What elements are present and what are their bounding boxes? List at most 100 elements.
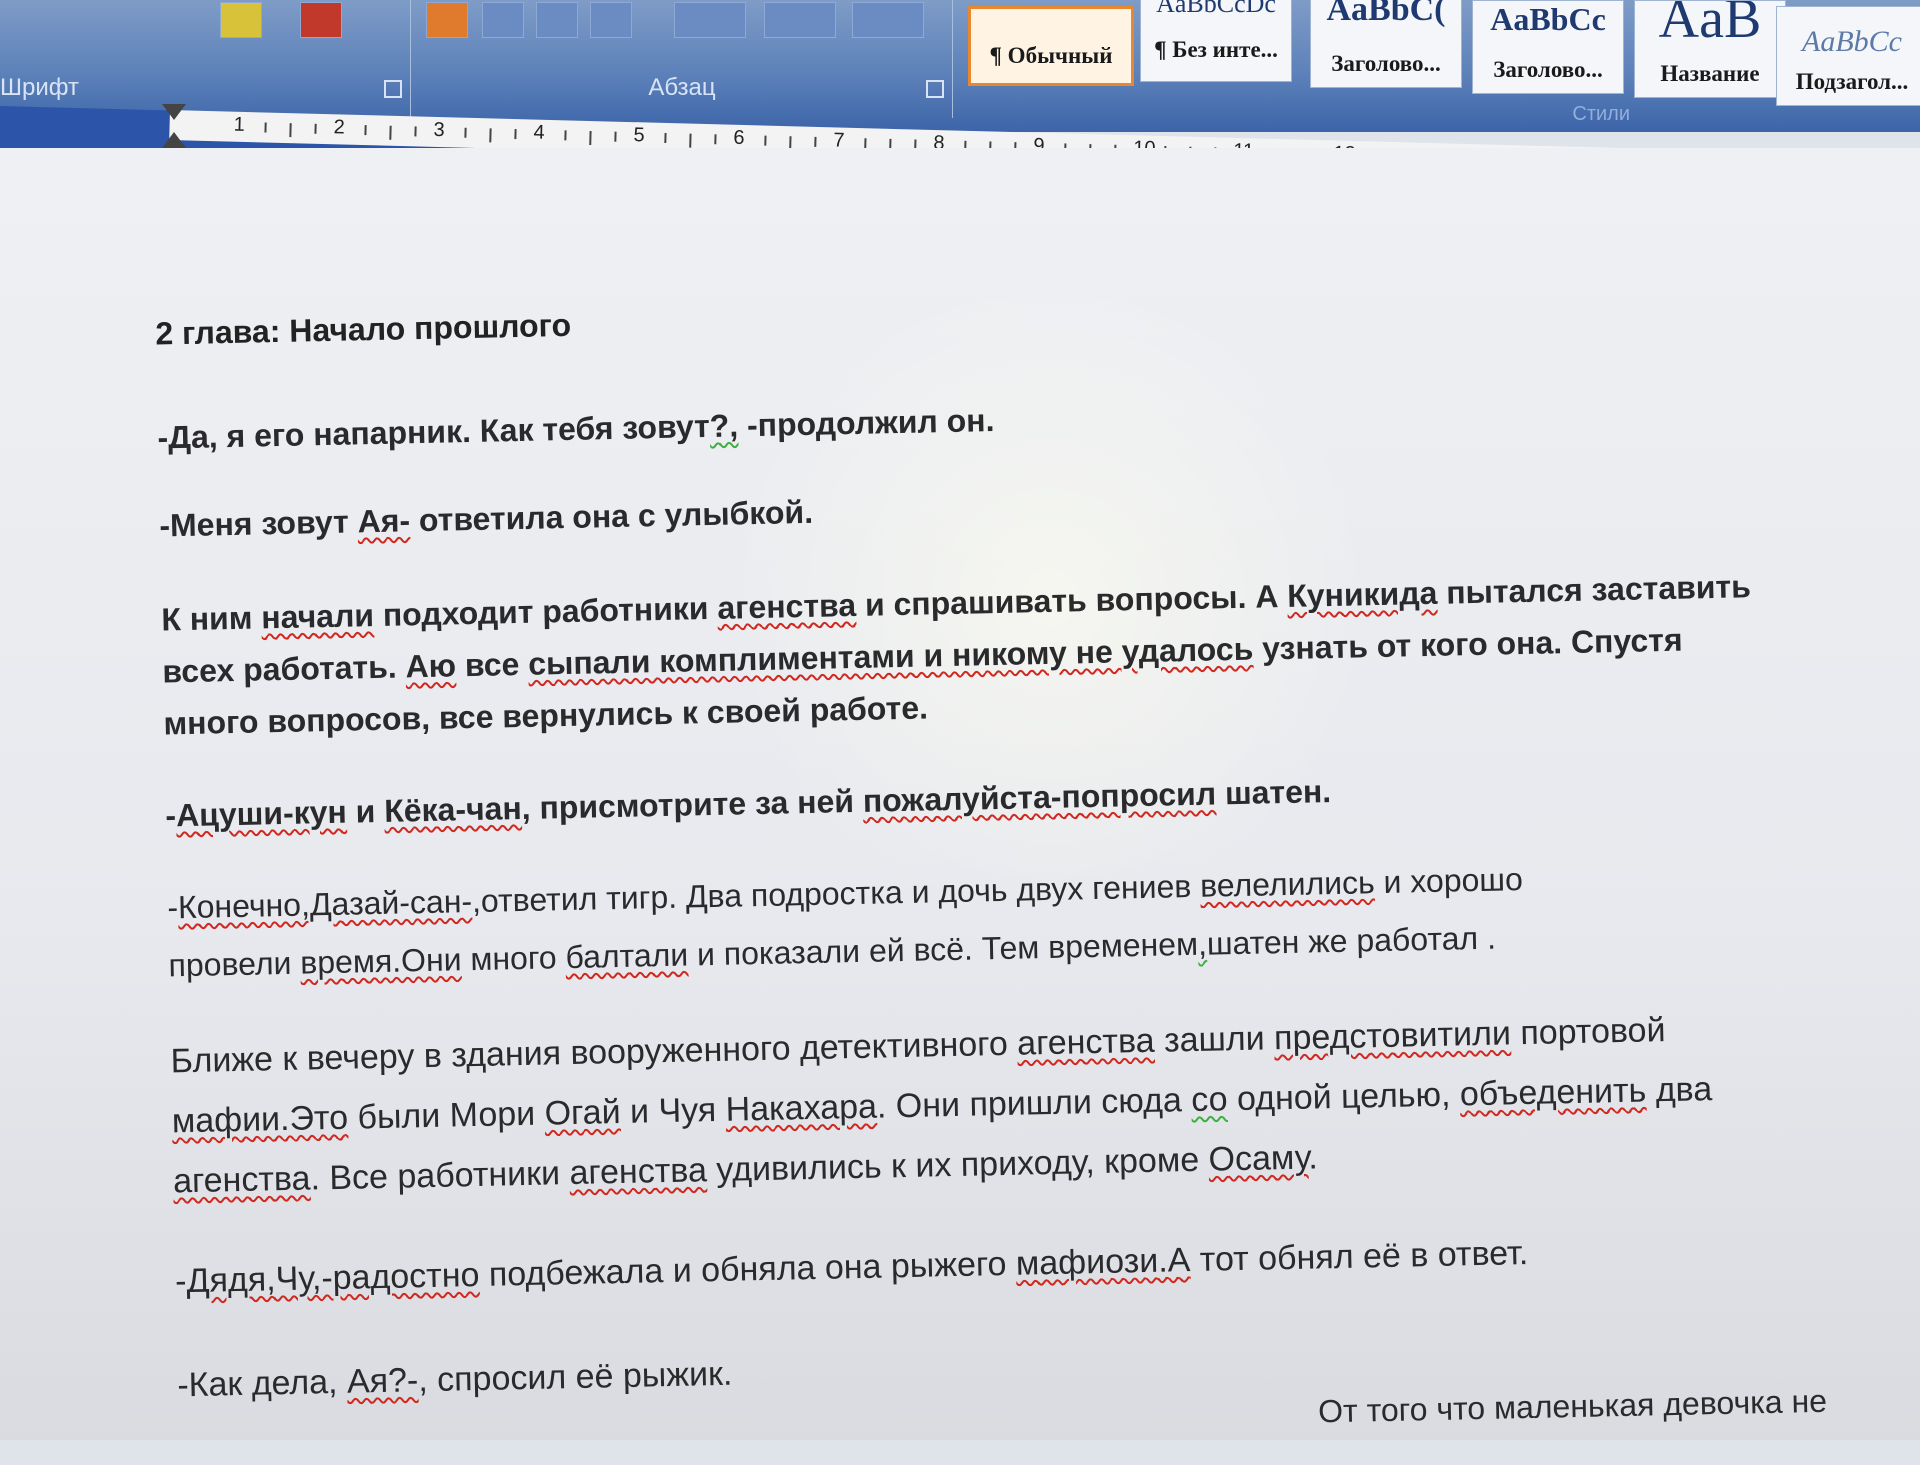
ruler-tick bbox=[564, 130, 567, 141]
spelling-error[interactable]: начали bbox=[261, 597, 374, 635]
paragraph: -Дядя,Чу,-радостно подбежала и обняла он… bbox=[175, 1221, 1836, 1308]
ruler-tick bbox=[414, 126, 417, 137]
spelling-error[interactable]: мафии.Это bbox=[171, 1099, 348, 1141]
spelling-error[interactable]: сыпали комплиментами и никому не удалось bbox=[528, 631, 1254, 682]
ruler-tick bbox=[389, 125, 392, 140]
text-run: . Все работники bbox=[310, 1154, 570, 1198]
spelling-error[interactable]: Аю bbox=[405, 647, 456, 684]
text-run: зашли bbox=[1154, 1019, 1275, 1060]
text-run: провели bbox=[168, 944, 301, 984]
ruler-tick bbox=[864, 138, 867, 149]
spelling-error[interactable]: Ацуши-кун bbox=[176, 794, 347, 834]
spelling-error[interactable]: Куникида bbox=[1287, 575, 1438, 614]
text-run: ,ответил тигр. Два подростка и дочь двух… bbox=[471, 867, 1201, 920]
text-run: два bbox=[1645, 1070, 1713, 1110]
spelling-error[interactable]: Кёка-чан bbox=[384, 790, 522, 829]
font-dialog-launcher-icon[interactable] bbox=[384, 80, 402, 98]
text-run: узнать от кого она. Спустя bbox=[1252, 621, 1683, 667]
spelling-error[interactable]: время.Они bbox=[300, 941, 462, 980]
ruler-tick bbox=[314, 123, 317, 134]
text-run: и спрашивать вопросы. А bbox=[855, 577, 1288, 623]
spelling-error[interactable]: мафиози.А bbox=[1016, 1241, 1191, 1283]
style-normal[interactable]: ¶ Обычный bbox=[968, 6, 1134, 86]
spelling-error[interactable]: агенства bbox=[1017, 1022, 1155, 1063]
ruler-number: 4 bbox=[533, 121, 545, 144]
justify-button[interactable] bbox=[590, 2, 632, 38]
spelling-error[interactable]: Огай bbox=[544, 1093, 621, 1133]
font-color-button[interactable] bbox=[300, 2, 342, 38]
paragraph: -Да, я его напарник. Как тебя зовут?, -п… bbox=[157, 377, 1818, 464]
shading-button[interactable] bbox=[764, 2, 836, 38]
text-run: . bbox=[1307, 1138, 1319, 1177]
text-run: и Чуя bbox=[620, 1090, 727, 1131]
document-page[interactable]: 2 глава: Начало прошлого -Да, я его напа… bbox=[0, 148, 1920, 1440]
ruler-number: 1 bbox=[233, 113, 246, 136]
font-group: Шрифт bbox=[0, 0, 411, 118]
spelling-error[interactable]: Ая- bbox=[357, 502, 410, 539]
text-run: К ним bbox=[160, 599, 262, 638]
spelling-error[interactable]: Осаму bbox=[1208, 1139, 1308, 1179]
style-heading-2[interactable]: AaBbCc Заголово... bbox=[1472, 0, 1624, 94]
text-run: и хорошо bbox=[1374, 861, 1524, 901]
style-heading-1[interactable]: AaBbC( Заголово... bbox=[1310, 0, 1462, 88]
ruler-number: 3 bbox=[433, 118, 445, 142]
line-spacing-button[interactable] bbox=[674, 2, 746, 38]
style-name: Название bbox=[1660, 61, 1760, 86]
style-name: Заголово... bbox=[1331, 51, 1441, 76]
text-run: и bbox=[346, 792, 385, 830]
align-left-button[interactable] bbox=[426, 2, 468, 38]
grammar-error[interactable]: со bbox=[1191, 1080, 1228, 1119]
first-line-indent-icon[interactable] bbox=[162, 104, 186, 120]
spelling-error[interactable]: Накахара bbox=[725, 1088, 877, 1129]
style-sample: AaBbCc bbox=[1490, 1, 1606, 37]
style-sample: AaBbCc bbox=[1802, 25, 1902, 58]
font-group-label: Шрифт bbox=[0, 74, 79, 101]
ruler-tick bbox=[364, 125, 367, 136]
styles-gallery: ¶ Обычный AaBbCcDc ¶ Без инте... AaBbC( … bbox=[960, 0, 1920, 125]
paragraph-group: Абзац bbox=[412, 0, 953, 118]
text-run: От того что маленькая девочка не bbox=[1317, 1382, 1828, 1430]
chapter-heading: 2 глава: Начало прошлого bbox=[155, 273, 1816, 360]
align-center-button[interactable] bbox=[482, 2, 524, 38]
spelling-error[interactable]: предстовитили bbox=[1274, 1014, 1512, 1057]
style-sample: AaBbC( bbox=[1326, 0, 1446, 28]
spelling-error[interactable]: Дядя,Чу,-радостно bbox=[186, 1256, 480, 1300]
ruler-tick bbox=[664, 132, 667, 144]
heading-text: 2 глава: Начало прошлого bbox=[154, 306, 572, 352]
align-right-button[interactable] bbox=[536, 2, 578, 38]
spelling-error[interactable]: Ая?- bbox=[347, 1361, 419, 1400]
paragraph-dialog-launcher-icon[interactable] bbox=[926, 80, 944, 98]
text-run: портовой bbox=[1510, 1011, 1666, 1053]
spelling-error[interactable]: балтали bbox=[565, 937, 688, 976]
text-run: пытался заставить bbox=[1436, 568, 1752, 611]
text-run: -продолжил он. bbox=[737, 401, 995, 444]
borders-button[interactable] bbox=[852, 2, 924, 38]
left-indent-icon[interactable] bbox=[162, 132, 186, 148]
text-run: подбежала и обняла она рыжего bbox=[479, 1244, 1017, 1294]
paragraph: От того что маленькая девочка не bbox=[1318, 1374, 1879, 1438]
style-name: Подзагол... bbox=[1795, 69, 1909, 94]
spelling-error[interactable]: объеденить bbox=[1459, 1071, 1646, 1113]
spelling-error[interactable]: агенства bbox=[569, 1151, 707, 1192]
style-no-spacing[interactable]: AaBbCcDc ¶ Без инте... bbox=[1140, 0, 1292, 82]
grammar-error[interactable]: ?, bbox=[709, 407, 738, 444]
spelling-error[interactable]: агенства bbox=[173, 1159, 311, 1200]
text-run: одной целью, bbox=[1227, 1075, 1461, 1119]
spelling-error[interactable]: велелились bbox=[1200, 864, 1375, 904]
style-subtitle[interactable]: AaBbCc Подзагол... bbox=[1776, 6, 1920, 106]
style-title[interactable]: AaB Название bbox=[1634, 0, 1786, 98]
ruler-number: 2 bbox=[333, 116, 346, 139]
highlight-color-button[interactable] bbox=[220, 2, 262, 38]
style-name: ¶ Обычный bbox=[989, 43, 1113, 68]
text-run: удивились к их приходу, кроме bbox=[706, 1140, 1209, 1190]
style-sample: AaB bbox=[1658, 0, 1762, 50]
ruler-tick bbox=[264, 122, 267, 133]
spelling-error[interactable]: пожалуйста-попросил bbox=[862, 775, 1216, 818]
text-run: - bbox=[165, 797, 177, 834]
ruler-tick bbox=[589, 130, 592, 146]
text-run: Ближе к вечеру в здания вооруженного дет… bbox=[170, 1024, 1018, 1081]
spelling-error[interactable]: Конечно,Дазай-сан- bbox=[178, 883, 473, 925]
spelling-error[interactable]: агенства bbox=[717, 587, 856, 626]
ruler-tick bbox=[764, 135, 767, 146]
text-run: -Да, я его напарник. Как тебя зовут bbox=[157, 407, 711, 456]
